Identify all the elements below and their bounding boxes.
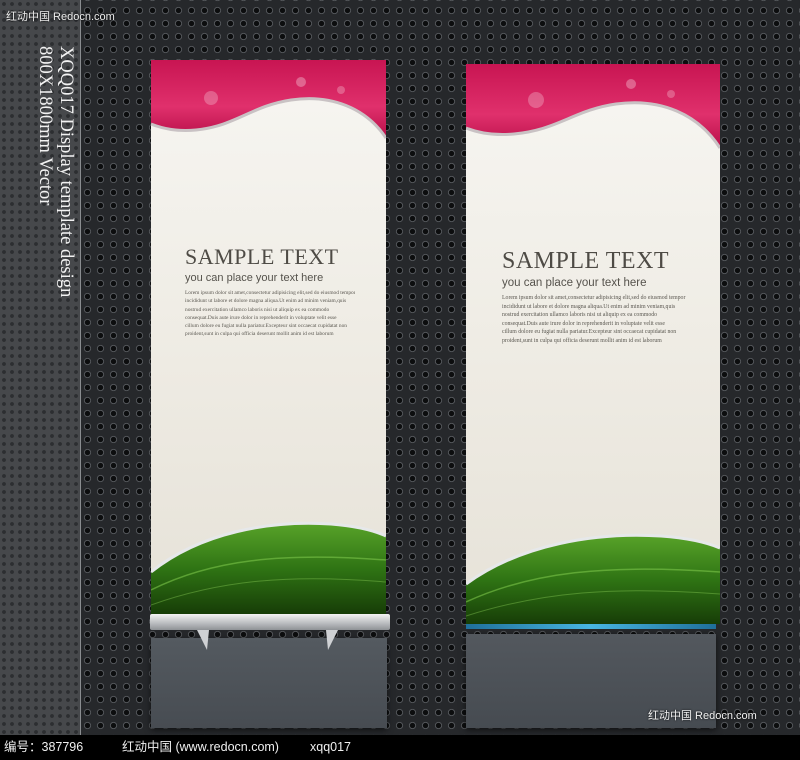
footer-bar: 编号：387796 红动中国 (www.redocn.com) xqq017	[0, 735, 800, 760]
banner-subtitle: you can place your text here	[185, 272, 324, 284]
body-line: Lorem ipsum dolor sit amet,consectetur a…	[502, 295, 686, 301]
banner-title: SAMPLE TEXT	[185, 244, 339, 269]
body-line: consequat.Duis aute irure dolor in repre…	[185, 314, 337, 321]
footer-id: 编号：387796	[4, 740, 84, 754]
side-caption-line1: XQQ017 Display template design	[56, 46, 76, 298]
body-line: cillum dolore eu fugiat nulla pariatur.E…	[185, 323, 347, 330]
footer-site: 红动中国 (www.redocn.com)	[122, 740, 279, 754]
banner-left: SAMPLE TEXT you can place your text here…	[151, 60, 386, 614]
banner-stand-base-left	[151, 638, 387, 728]
stand-foot-left	[197, 630, 209, 650]
banner-right-content: SAMPLE TEXT you can place your text here…	[502, 248, 698, 346]
rollup-base-bar	[150, 614, 390, 630]
body-line: cillum dolore eu fugiat nulla pariatur.E…	[502, 329, 677, 336]
banner-right-accent-line	[466, 624, 716, 629]
banner-body-text: Lorem ipsum dolor sit amet,consectetur a…	[185, 289, 355, 339]
body-line: incididunt ut labore et dolore magna ali…	[502, 303, 676, 310]
body-line: proident,sunt in culpa qui officia deser…	[502, 337, 662, 344]
banner-subtitle: you can place your text here	[502, 277, 647, 289]
banner-left-content: SAMPLE TEXT you can place your text here…	[185, 244, 355, 339]
banner-title: SAMPLE TEXT	[502, 248, 670, 274]
bottom-right-watermark: 红动中国 Redocn.com	[648, 710, 757, 722]
body-line: nostrud exercitation ullamco laboris nis…	[502, 312, 658, 319]
body-line: incididunt ut labore et dolore magna ali…	[185, 298, 347, 305]
body-line: consequat.Duis aute irure dolor in repre…	[502, 320, 665, 327]
side-caption: XQQ017 Display template design 800X1800m…	[32, 46, 76, 386]
left-caption-strip: XQQ017 Display template design 800X1800m…	[0, 0, 81, 735]
body-line: nostrud exercitation ullamco laboris nis…	[185, 306, 330, 313]
body-line: Lorem ipsum dolor sit amet,consectetur a…	[185, 290, 355, 296]
body-line: proident,sunt in culpa qui officia deser…	[185, 331, 334, 338]
stand-foot-right	[326, 630, 338, 650]
banner-right: SAMPLE TEXT you can place your text here…	[466, 64, 720, 624]
banner-body-text: Lorem ipsum dolor sit amet,consectetur a…	[502, 294, 698, 346]
side-caption-line2: 800X1800mm Vector	[35, 46, 55, 206]
top-watermark: 红动中国 Redocn.com	[6, 11, 115, 23]
footer-code: xqq017	[310, 740, 352, 754]
